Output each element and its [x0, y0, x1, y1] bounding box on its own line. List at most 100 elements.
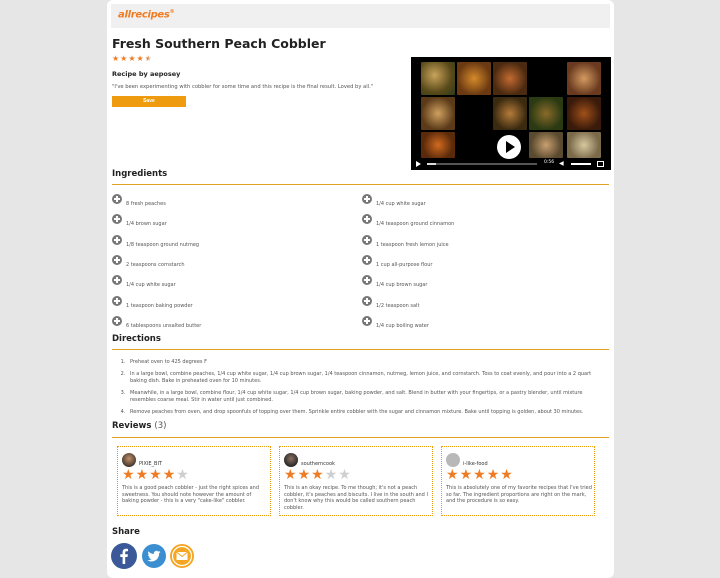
directions-list: Preheat oven to 425 degrees F In a large… [117, 359, 607, 421]
review-rating: ★ ★ ★ ★ ★ [122, 468, 189, 482]
video-player[interactable]: 0:56 ◀ [411, 57, 611, 170]
video-thumbnail [567, 132, 601, 158]
ingredient-item: 1 teaspoon baking powder [112, 295, 193, 309]
star-icon: ★ [128, 54, 136, 63]
review-card: i-like-food ★ ★ ★ ★ ★ This is absolutely one… [441, 446, 595, 516]
ingredient-label: 1/4 teaspoon ground cinnamon [376, 221, 455, 228]
add-ingredient-icon[interactable] [362, 194, 372, 204]
star-icon: ★ [486, 467, 500, 483]
ingredient-item: 1/2 teaspoon salt [362, 295, 419, 309]
review-card: PIXIE_BIT ★ ★ ★ ★ ★ This is a good peach cob… [117, 446, 271, 516]
volume-icon[interactable]: ◀ [559, 161, 564, 167]
ingredient-label: 1 teaspoon fresh lemon juice [376, 241, 449, 248]
star-icon: ★ [500, 467, 513, 483]
add-ingredient-icon[interactable] [112, 234, 122, 245]
add-ingredient-icon[interactable] [112, 295, 122, 306]
recipe-title: Fresh Southern Peach Cobbler [112, 36, 326, 51]
video-thumbnail [421, 132, 455, 158]
facebook-share-button[interactable] [111, 543, 137, 569]
add-ingredient-icon[interactable] [362, 214, 372, 225]
star-icon: ★ [136, 54, 144, 63]
review-text: This is absolutely one of my favorite re… [446, 485, 592, 505]
ingredient-item: 1/4 cup boiling water [362, 315, 429, 329]
empty-star-icon: ★ [176, 467, 189, 483]
video-thumbnail [567, 97, 601, 130]
star-icon: ★ [149, 467, 162, 483]
ingredient-label: 1/4 cup white sugar [376, 201, 426, 207]
ingredient-item: 1 cup all-purpose flour [362, 254, 432, 268]
video-thumbnail [529, 97, 563, 130]
add-ingredient-icon[interactable] [112, 275, 122, 286]
recipe-rating: ★ ★ ★ ★ ★ [112, 55, 152, 63]
ingredient-label: 1 teaspoon baking powder [126, 302, 193, 309]
ingredient-item: 1 teaspoon fresh lemon juice [362, 234, 449, 248]
page-card: allrecipes® Fresh Southern Peach Cobbler… [107, 0, 614, 578]
directions-divider [112, 349, 609, 350]
ingredient-item: 2 teaspoons cornstarch [112, 254, 185, 268]
twitter-icon [142, 544, 166, 568]
reviews-heading: Reviews (3) [112, 421, 166, 431]
empty-star-icon: ★ [324, 467, 338, 483]
add-ingredient-icon[interactable] [112, 194, 122, 204]
review-rating: ★ ★ ★ ★ ★ [284, 468, 351, 482]
direction-step: In a large bowl, combine peaches, 1/4 cu… [127, 371, 607, 385]
star-icon: ★ [473, 467, 486, 483]
directions-heading: Directions [112, 334, 161, 344]
star-icon: ★ [162, 467, 176, 483]
star-icon: ★ [459, 467, 473, 483]
volume-slider[interactable] [571, 163, 591, 165]
ingredient-label: 1/4 brown sugar [126, 221, 167, 228]
share-heading: Share [112, 527, 140, 537]
half-star-icon: ★ [144, 54, 152, 63]
ingredients-heading: Ingredients [112, 169, 168, 179]
ingredient-label: 1/8 teaspoon ground nutmeg [126, 241, 200, 248]
site-logo[interactable]: allrecipes® [118, 9, 175, 20]
facebook-icon [111, 543, 137, 569]
star-icon: ★ [311, 467, 324, 483]
ingredient-label: 1/4 cup brown sugar [376, 282, 428, 289]
review-card: southerncook ★ ★ ★ ★ ★ This is an okay recip… [279, 446, 433, 516]
recipe-description: "I've been experimenting with cobbler fo… [112, 84, 374, 90]
add-ingredient-icon[interactable] [362, 295, 372, 306]
ingredient-item: 6 tablespoons unsalted butter [112, 315, 201, 329]
avatar [122, 453, 136, 467]
review-rating: ★ ★ ★ ★ ★ [446, 468, 513, 482]
star-icon: ★ [135, 467, 149, 483]
star-icon: ★ [122, 467, 135, 483]
recipe-byline: Recipe by aeposey [112, 70, 181, 78]
ingredient-label: 1/4 cup white sugar [126, 282, 176, 289]
star-icon: ★ [297, 467, 311, 483]
star-icon: ★ [112, 54, 120, 63]
avatar [284, 453, 298, 467]
ingredient-item: 1/4 cup brown sugar [362, 275, 428, 289]
fullscreen-icon[interactable] [597, 161, 604, 167]
video-thumbnail [457, 62, 491, 95]
ingredient-item: 1/4 cup white sugar [362, 194, 426, 207]
add-ingredient-icon[interactable] [112, 315, 122, 326]
add-ingredient-icon[interactable] [362, 254, 372, 265]
add-ingredient-icon[interactable] [112, 254, 122, 265]
video-thumbnail [421, 97, 455, 130]
ingredient-item: 8 fresh peaches [112, 194, 166, 207]
review-text: This is an okay recipe. To me though; it… [284, 485, 428, 511]
save-button[interactable]: Save [112, 96, 186, 107]
ingredient-label: 8 fresh peaches [126, 201, 166, 207]
twitter-share-button[interactable] [141, 543, 167, 569]
add-ingredient-icon[interactable] [362, 275, 372, 286]
video-time: 0:56 [544, 160, 555, 165]
reviews-divider [112, 437, 609, 438]
add-ingredient-icon[interactable] [362, 315, 372, 326]
add-ingredient-icon[interactable] [362, 234, 372, 245]
video-thumbnail [421, 62, 455, 95]
play-button[interactable] [497, 135, 521, 159]
empty-star-icon: ★ [338, 467, 351, 483]
add-ingredient-icon[interactable] [112, 214, 122, 225]
video-progress[interactable] [427, 163, 537, 165]
ingredients-divider [112, 184, 609, 185]
ingredient-label: 2 teaspoons cornstarch [126, 261, 185, 268]
play-icon[interactable] [416, 161, 421, 167]
star-icon: ★ [284, 467, 297, 483]
avatar [446, 453, 460, 467]
email-share-button[interactable] [169, 543, 195, 569]
review-text: This is a good peach cobbler - just the … [122, 485, 260, 505]
